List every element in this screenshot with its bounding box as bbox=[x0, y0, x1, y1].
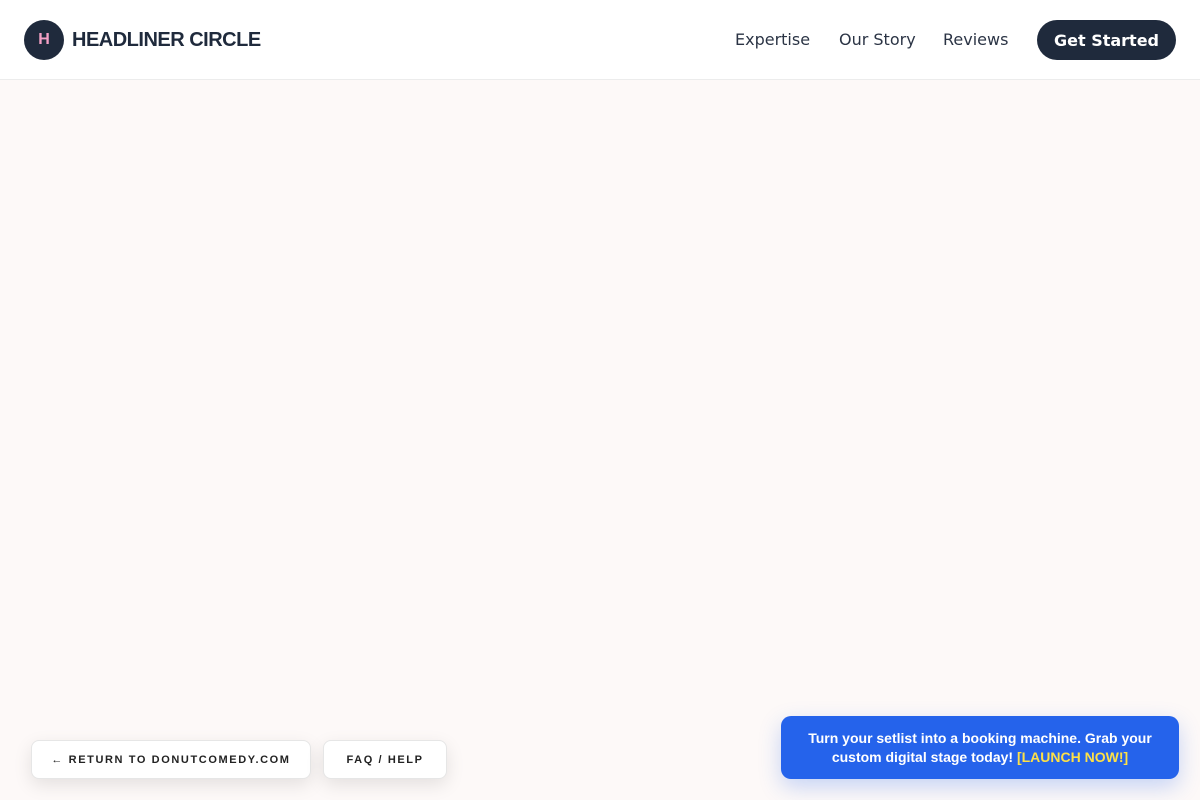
promo-banner[interactable]: Turn your setlist into a booking machine… bbox=[781, 716, 1179, 779]
nav-link-our-story[interactable]: Our Story bbox=[839, 29, 916, 51]
promo-banner-text: Turn your setlist into a booking machine… bbox=[801, 729, 1159, 767]
site-header: H HEADLINER CIRCLE Expertise Our Story R… bbox=[0, 0, 1200, 80]
return-to-site-button[interactable]: ← RETURN TO DONUTCOMEDY.COM bbox=[31, 740, 311, 779]
nav-link-reviews[interactable]: Reviews bbox=[943, 29, 1008, 51]
launch-now-link[interactable]: [LAUNCH NOW!] bbox=[1017, 749, 1128, 765]
brand-name[interactable]: HEADLINER CIRCLE bbox=[72, 26, 261, 54]
logo-mark[interactable]: H bbox=[24, 20, 64, 60]
nav-link-expertise[interactable]: Expertise bbox=[735, 29, 810, 51]
faq-help-button[interactable]: FAQ / HELP bbox=[323, 740, 447, 779]
get-started-button[interactable]: Get Started bbox=[1037, 20, 1176, 60]
